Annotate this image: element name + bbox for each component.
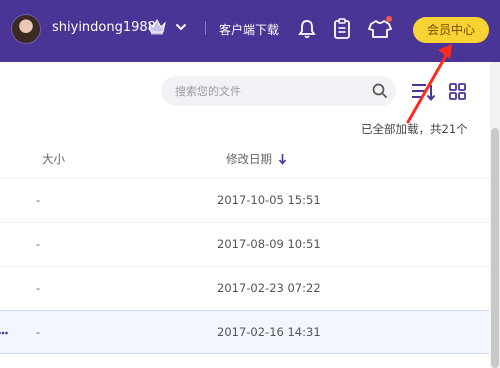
- client-download-link[interactable]: 客户端下载: [219, 21, 279, 38]
- avatar[interactable]: [11, 14, 41, 44]
- row-size: -: [36, 193, 41, 207]
- username[interactable]: shiyindong1988: [52, 20, 156, 35]
- notification-dot: [386, 16, 392, 22]
- search-icon[interactable]: [372, 83, 388, 99]
- row-date: 2017-02-16 14:31: [217, 325, 321, 339]
- row-size: -: [36, 281, 41, 295]
- row-date: 2017-02-23 07:22: [217, 281, 321, 295]
- sort-desc-arrow-icon: [278, 154, 287, 165]
- more-dots-icon[interactable]: [0, 331, 8, 335]
- column-header-size[interactable]: 大小: [42, 151, 65, 167]
- column-header-date[interactable]: 修改日期: [226, 151, 272, 167]
- row-date: 2017-08-09 10:51: [217, 237, 321, 251]
- table-row-selected[interactable]: - 2017-02-16 14:31: [0, 310, 490, 354]
- table-row[interactable]: - 2017-02-23 07:22: [0, 267, 490, 311]
- table-row[interactable]: - 2017-10-05 15:51: [0, 179, 490, 223]
- table-row[interactable]: - 2017-08-09 10:51: [0, 223, 490, 267]
- chevron-down-icon[interactable]: [175, 22, 187, 32]
- tshirt-icon[interactable]: [368, 19, 392, 39]
- row-size: -: [36, 325, 41, 339]
- row-date: 2017-10-05 15:51: [217, 193, 321, 207]
- annotation-arrow-icon: [406, 44, 452, 124]
- header-divider: [205, 21, 206, 35]
- bell-icon[interactable]: [298, 19, 316, 39]
- crown-icon: [148, 18, 166, 35]
- row-size: -: [36, 237, 41, 251]
- scrollbar-thumb[interactable]: [491, 128, 499, 368]
- clipboard-icon[interactable]: [333, 18, 351, 39]
- search-input[interactable]: [161, 76, 396, 106]
